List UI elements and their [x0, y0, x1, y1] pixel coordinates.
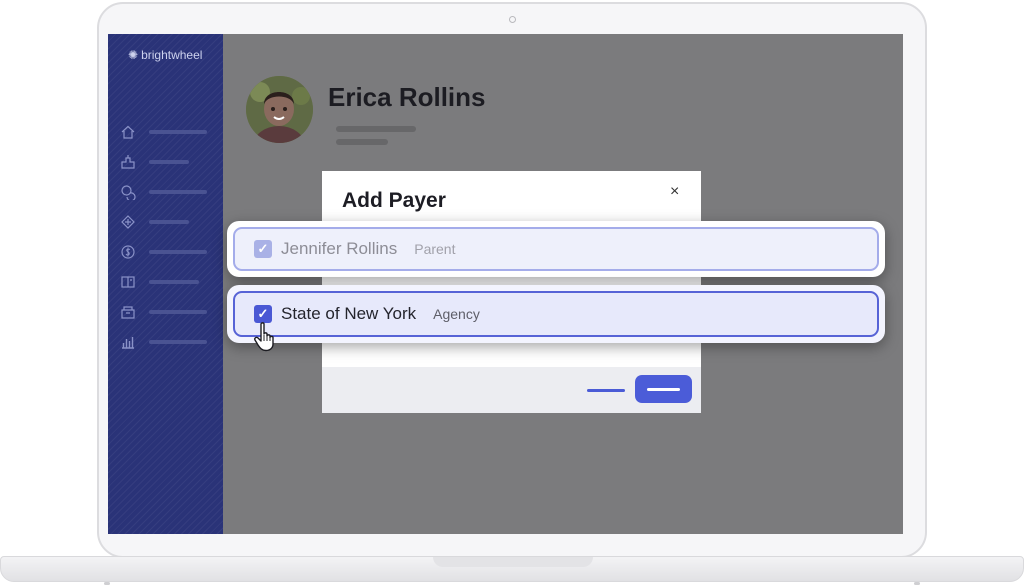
avatar [246, 76, 313, 143]
payer-option[interactable]: ✓ Jennifer Rollins Parent [227, 221, 885, 277]
sidebar: ✺ brightwheel [108, 34, 223, 534]
payer-type: Parent [414, 241, 456, 257]
sidebar-item-label [149, 340, 207, 344]
app-screen: ✺ brightwheel Erica Rollins Add Payer × [108, 34, 903, 534]
modal-header: Add Payer × [322, 171, 701, 223]
profile-name: Erica Rollins [328, 82, 486, 112]
profile-subtitle-placeholder [336, 139, 388, 145]
hand-cursor-icon [254, 322, 274, 352]
brand-logo[interactable]: ✺ brightwheel [128, 48, 202, 62]
sidebar-item-paperwork[interactable] [120, 304, 215, 320]
cancel-button[interactable] [587, 389, 625, 392]
profile-subtitle-placeholder [336, 126, 416, 132]
logo-text: brightwheel [141, 48, 203, 62]
sidebar-item-label [149, 130, 207, 134]
paperwork-icon [121, 306, 135, 319]
camera-icon [509, 16, 516, 23]
sun-dots-icon: ✺ [128, 48, 139, 62]
sidebar-item-label [149, 250, 207, 254]
learning-icon [121, 276, 135, 288]
payer-option-inner: ✓ State of New York Agency [233, 291, 879, 337]
modal-footer [322, 367, 701, 413]
sidebar-item-reports[interactable] [120, 334, 215, 350]
laptop-notch [433, 557, 593, 567]
sidebar-item-classroom[interactable] [120, 154, 215, 170]
laptop-base [0, 556, 1024, 582]
activities-icon [121, 215, 135, 229]
sidebar-item-learning[interactable] [120, 274, 215, 290]
sidebar-item-label [149, 190, 207, 194]
laptop-foot [914, 582, 920, 585]
classroom-icon [121, 155, 135, 169]
save-button-label-placeholder [647, 387, 680, 391]
payer-name: Jennifer Rollins [281, 239, 398, 258]
payer-option-inner: ✓ Jennifer Rollins Parent [233, 227, 879, 271]
checkbox-checked-icon[interactable]: ✓ [254, 305, 272, 323]
sidebar-item-activities[interactable] [120, 214, 215, 230]
sidebar-item-billing[interactable] [120, 244, 215, 260]
checkbox-checked-icon[interactable]: ✓ [254, 240, 272, 258]
sidebar-item-label [149, 310, 207, 314]
sidebar-item-home[interactable] [120, 124, 215, 140]
save-button[interactable] [635, 375, 692, 403]
laptop-foot [104, 582, 110, 585]
sidebar-item-label [149, 220, 189, 224]
payer-option[interactable]: ✓ State of New York Agency [227, 285, 885, 343]
sidebar-item-messages[interactable] [120, 184, 215, 200]
billing-icon [121, 245, 135, 259]
reports-icon [122, 337, 134, 349]
home-icon [121, 125, 135, 139]
payer-type: Agency [433, 306, 480, 322]
payer-name: State of New York [281, 304, 417, 323]
sidebar-item-label [149, 280, 199, 284]
sidebar-item-label [149, 160, 189, 164]
messages-icon [121, 185, 136, 200]
modal-title: Add Payer [342, 189, 446, 212]
close-icon[interactable]: × [670, 183, 679, 201]
